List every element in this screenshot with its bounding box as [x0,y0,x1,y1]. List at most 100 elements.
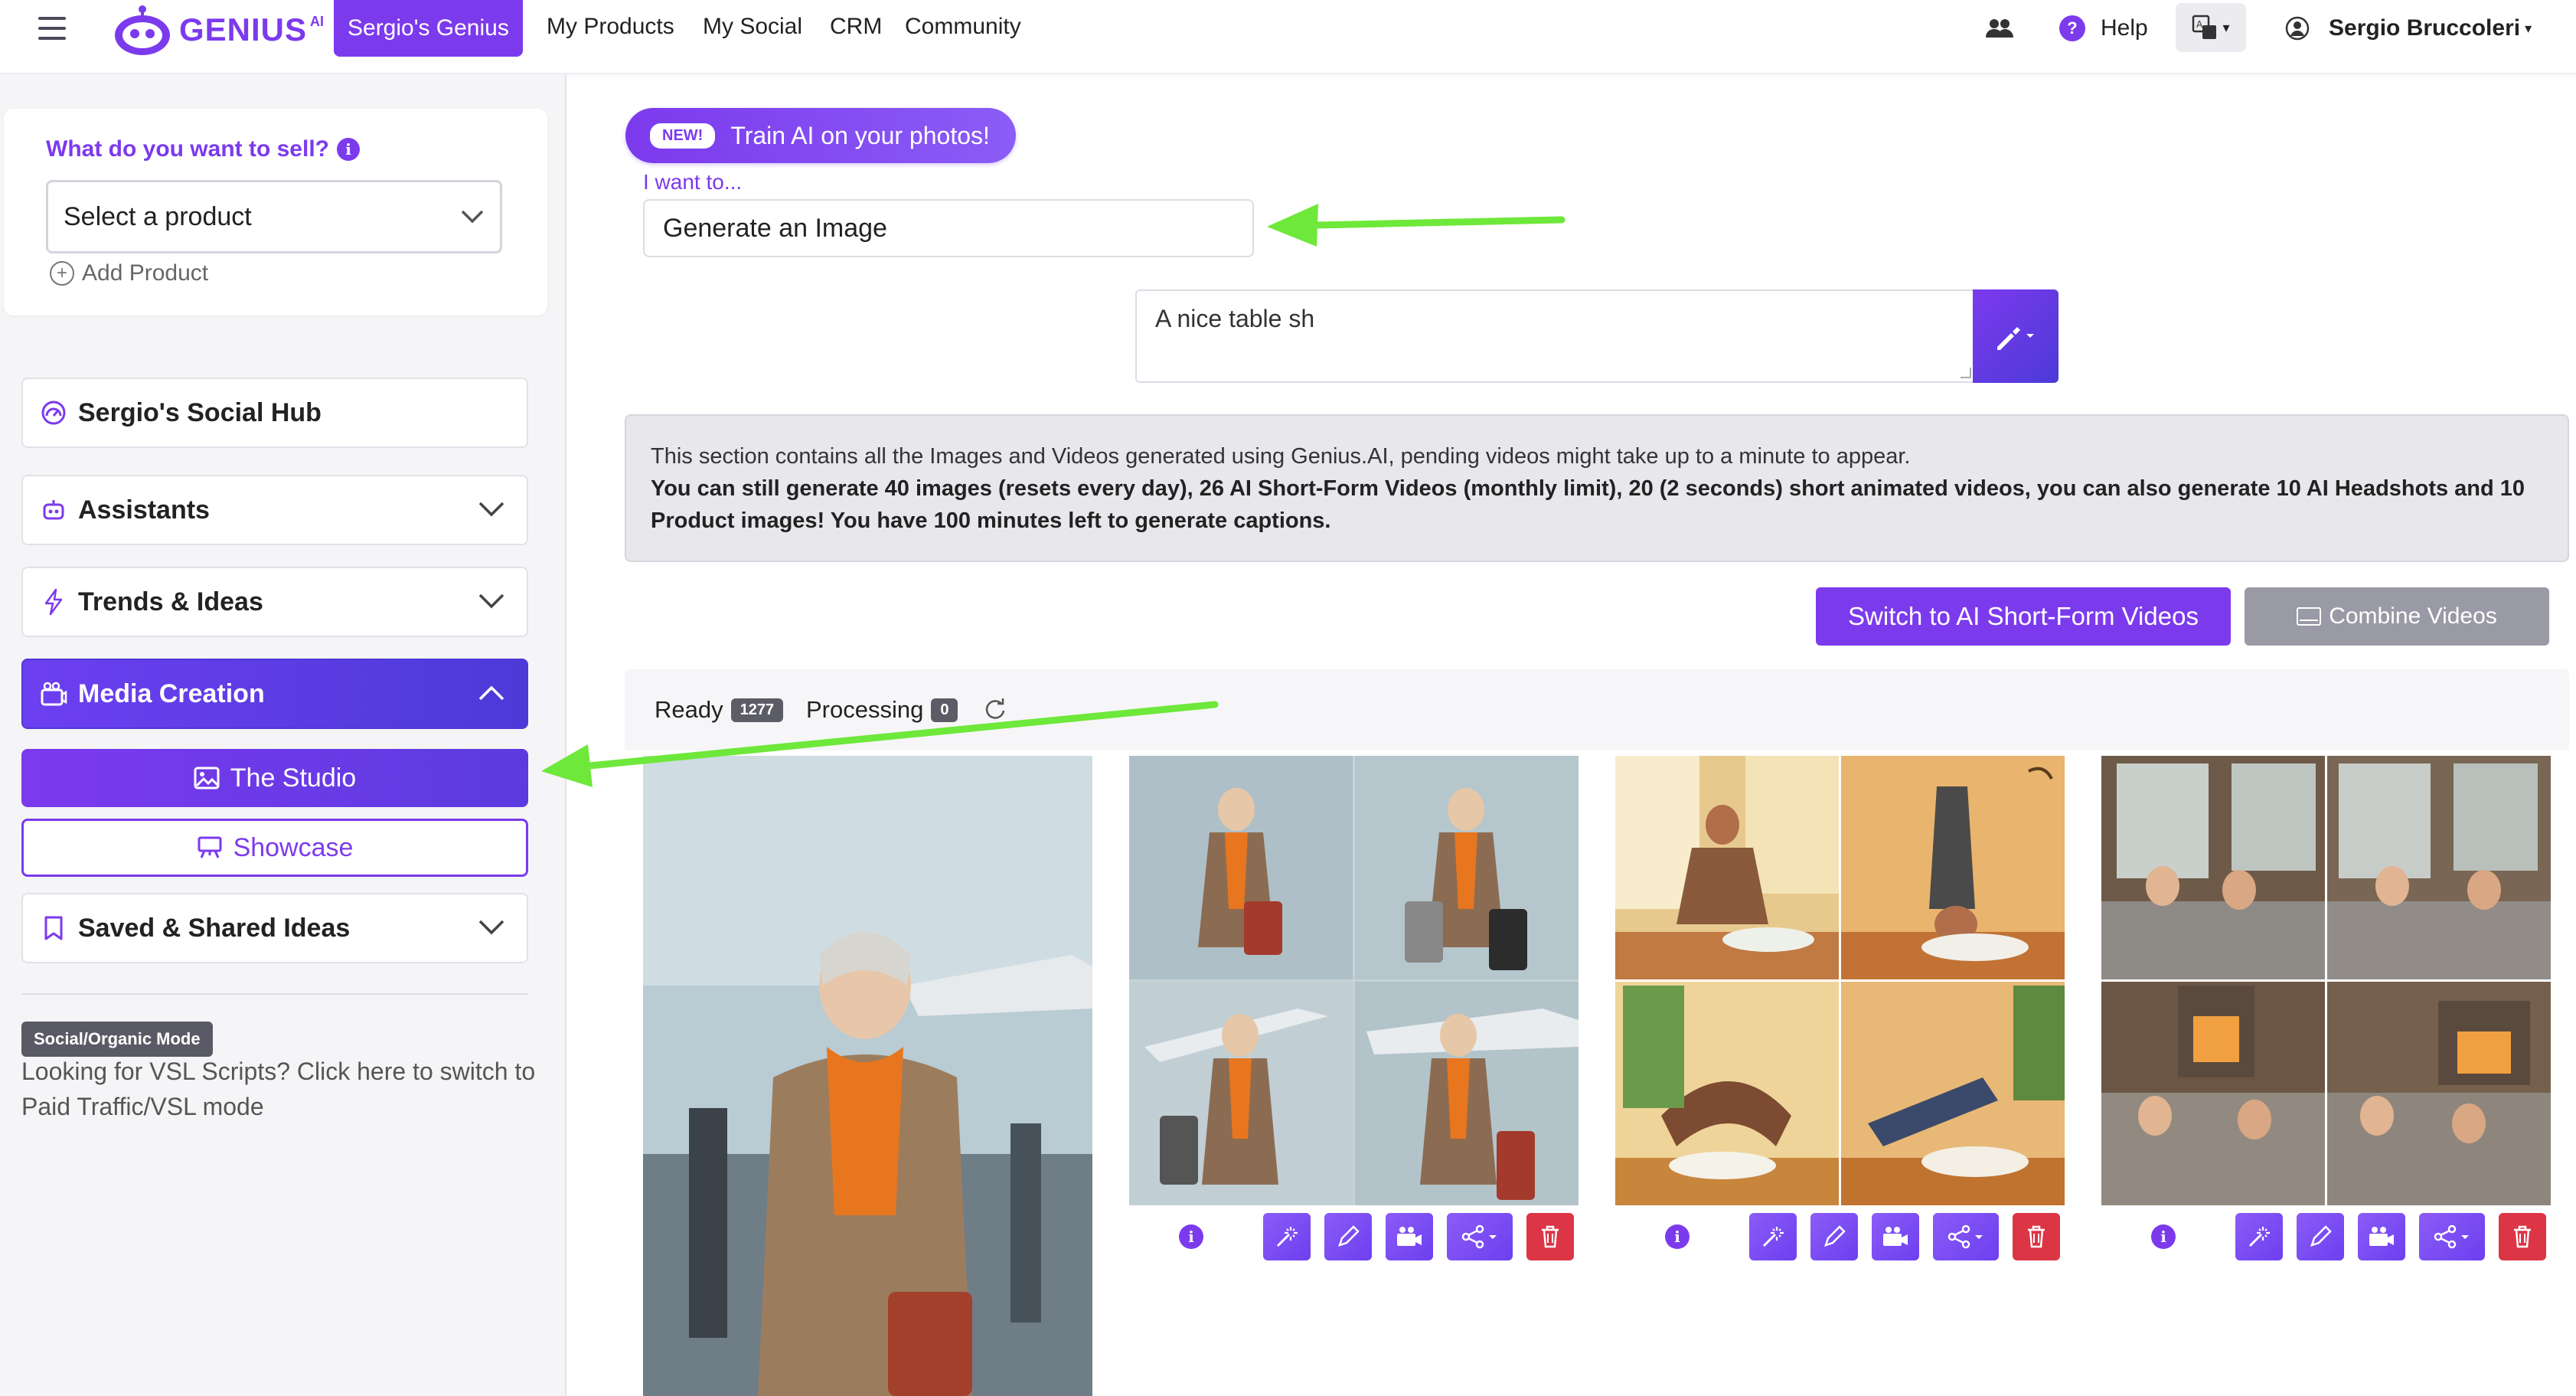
delete-button[interactable] [2499,1213,2546,1260]
chevron-down-icon [478,502,504,517]
info-icon[interactable]: i [1179,1224,1203,1249]
magic-wand-button[interactable] [2235,1213,2283,1260]
new-badge: NEW! [650,123,716,149]
sidebar-item-label: Saved & Shared Ideas [78,913,351,943]
video-camera-icon [1397,1227,1422,1246]
tab-processing[interactable]: Processing 0 [806,696,958,724]
sidebar-item-assistants[interactable]: Assistants [21,475,528,545]
info-icon[interactable]: i [337,138,360,161]
edit-button[interactable] [1810,1213,1858,1260]
logo-superscript: AI [310,14,325,29]
train-ai-label: Train AI on your photos! [730,121,990,149]
magic-wand-button[interactable] [1749,1213,1797,1260]
trash-icon [2514,1225,2531,1248]
share-icon [1461,1224,1497,1249]
info-text: This section contains all the Images and… [651,444,1911,469]
ready-count-badge: 1277 [730,698,784,722]
refresh-icon[interactable] [984,697,1007,720]
plus-circle-icon: + [50,261,74,286]
tab-ready[interactable]: Ready 1277 [655,696,784,724]
showcase-button[interactable]: Showcase [21,819,528,877]
brand-genius-button[interactable]: Sergio's Genius [334,0,523,57]
animate-button[interactable] [2358,1213,2405,1260]
gallery-image[interactable] [1129,756,1579,1205]
sidebar-item-social-hub[interactable]: Sergio's Social Hub [21,378,528,448]
train-ai-button[interactable]: NEW! Train AI on your photos! [625,108,1016,163]
i-want-to-select[interactable]: Generate an Image [643,199,1254,257]
chevron-down-icon [478,593,504,609]
easel-icon [198,836,222,858]
magic-wand-button[interactable] [1263,1213,1311,1260]
switch-short-form-videos-button[interactable]: Switch to AI Short-Form Videos [1816,587,2231,646]
nav-community[interactable]: Community [905,14,1021,40]
showcase-label: Showcase [233,832,354,862]
chevron-down-icon: ▾ [2525,20,2532,36]
user-menu[interactable]: Sergio Bruccoleri ▾ [2284,0,2532,57]
magic-wand-icon [2248,1227,2270,1247]
image-toolbar: i [1665,1213,2060,1260]
animate-button[interactable] [1872,1213,1919,1260]
nav-my-products[interactable]: My Products [547,14,674,40]
prompt-style-dropdown[interactable] [1973,289,2059,383]
arrow-to-i-want-to [1267,204,1566,247]
language-dropdown[interactable]: A ▾ [2176,3,2246,52]
nav-crm[interactable]: CRM [830,14,882,40]
trash-icon [2028,1225,2045,1248]
product-select[interactable]: Select a product [46,180,502,253]
delete-button[interactable] [2013,1213,2060,1260]
gallery-image[interactable] [2101,756,2551,1205]
resize-handle[interactable] [1961,368,1971,378]
sell-question-text: What do you want to sell? [46,136,329,162]
share-dropdown-button[interactable] [2419,1213,2485,1260]
edit-button[interactable] [1324,1213,1372,1260]
chevron-up-icon [478,685,504,701]
user-avatar-icon [2285,16,2310,41]
image-icon [194,767,220,790]
tab-label: Processing [806,696,924,723]
prompt-textarea[interactable]: A nice table sh [1135,289,1976,383]
animate-button[interactable] [1386,1213,1433,1260]
team-icon[interactable] [1984,0,2015,57]
sidebar-item-label: Sergio's Social Hub [78,397,322,427]
share-dropdown-button[interactable] [1933,1213,1999,1260]
gallery-image[interactable] [1615,756,2065,1205]
sell-question-label: What do you want to sell? i [46,136,360,162]
svg-text:A: A [2196,19,2203,30]
video-camera-icon [1883,1227,1908,1246]
combine-videos-label: Combine Videos [2329,603,2497,629]
combine-videos-button[interactable]: Combine Videos [2245,587,2549,646]
limits-text: You can still generate 40 images (resets… [651,476,2525,533]
logo[interactable]: GENIUS AI [109,3,324,57]
add-product-link[interactable]: + Add Product [50,260,208,286]
delete-button[interactable] [1526,1213,1574,1260]
share-icon [2434,1224,2469,1249]
help-link[interactable]: ? Help [2059,0,2148,57]
brush-icon [1997,327,2034,350]
sidebar-divider [21,993,528,995]
menu-icon[interactable] [38,17,66,40]
switch-vsl-mode-link[interactable]: Looking for VSL Scripts? Click here to s… [21,1054,542,1124]
sidebar-item-saved-shared-ideas[interactable]: Saved & Shared Ideas [21,893,528,963]
help-icon: ? [2059,15,2085,41]
mode-badge: Social/Organic Mode [21,1022,213,1057]
top-navbar: GENIUS AI Sergio's Genius My Products My… [0,0,2576,74]
help-label: Help [2101,15,2148,41]
logo-text: GENIUS [179,11,308,47]
share-dropdown-button[interactable] [1447,1213,1513,1260]
tab-label: Ready [655,696,723,723]
sidebar-item-media-creation[interactable]: Media Creation [21,659,528,729]
image-toolbar: i [1179,1213,1574,1260]
pencil-icon [1338,1225,1360,1247]
nav-my-social[interactable]: My Social [703,14,802,40]
combine-icon [2297,607,2322,626]
sidebar-item-trends-ideas[interactable]: Trends & Ideas [21,567,528,637]
gallery-image[interactable] [643,756,1092,1396]
bookmark-icon [40,914,67,942]
lightning-icon [40,588,67,616]
image-toolbar: i [2151,1213,2546,1260]
the-studio-button[interactable]: The Studio [21,749,528,807]
info-icon[interactable]: i [1665,1224,1690,1249]
info-icon[interactable]: i [2151,1224,2176,1249]
edit-button[interactable] [2297,1213,2344,1260]
chevron-down-icon [461,210,484,224]
